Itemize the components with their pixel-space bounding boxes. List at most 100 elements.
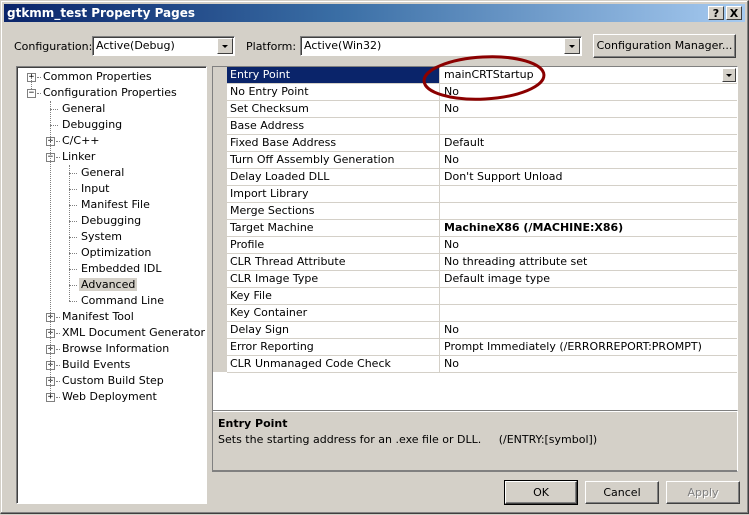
chevron-down-icon[interactable] — [217, 38, 233, 54]
property-value[interactable]: Prompt Immediately (/ERRORREPORT:PROMPT) — [441, 339, 737, 355]
property-value[interactable] — [441, 203, 737, 219]
property-name: Profile — [227, 237, 440, 253]
tree-item-label: Browse Information — [62, 342, 170, 355]
tree-connector — [31, 77, 32, 89]
property-name: Fixed Base Address — [227, 135, 440, 151]
property-value[interactable]: No threading attribute set — [441, 254, 737, 270]
ok-button[interactable]: OK — [504, 480, 578, 505]
property-name: Import Library — [227, 186, 440, 202]
property-row[interactable]: Base Address — [227, 118, 737, 135]
property-row[interactable]: Merge Sections — [227, 203, 737, 220]
property-value[interactable]: mainCRTStartup — [441, 67, 737, 83]
property-row[interactable]: Profile No — [227, 237, 737, 254]
tree-item-common-properties[interactable]: Common Properties — [41, 69, 154, 85]
tree-connector — [69, 253, 77, 254]
tree-item-label: Debugging — [81, 214, 142, 227]
tree-connector — [50, 125, 58, 126]
help-button[interactable]: ? — [708, 6, 724, 20]
tree-item-label: C/C++ — [62, 134, 100, 147]
property-row[interactable]: Fixed Base Address Default — [227, 135, 737, 152]
property-row[interactable]: Import Library — [227, 186, 737, 203]
property-value[interactable] — [441, 186, 737, 202]
tree-item-linker-input[interactable]: Input — [79, 181, 111, 197]
tree-connector — [69, 165, 70, 301]
property-row[interactable]: CLR Thread Attribute No threading attribu… — [227, 254, 737, 271]
tree-item-linker[interactable]: Linker — [60, 149, 97, 165]
property-name: Delay Loaded DLL — [227, 169, 440, 185]
property-value[interactable]: Don't Support Unload — [441, 169, 737, 185]
property-name: Target Machine — [227, 220, 440, 236]
tree-item-linker-advanced[interactable]: Advanced — [79, 277, 138, 293]
property-name: Error Reporting — [227, 339, 440, 355]
tree-item-general[interactable]: General — [60, 101, 107, 117]
tree-item-xml-document-generator[interactable]: XML Document Generator — [60, 325, 207, 341]
chevron-down-icon[interactable] — [564, 38, 580, 54]
configuration-manager-button[interactable]: Configuration Manager... — [593, 34, 736, 58]
tree-item-linker-command-line[interactable]: Command Line — [79, 293, 166, 309]
tree-item-label: Common Properties — [43, 70, 152, 83]
description-text: Sets the starting address for an .exe fi… — [218, 433, 598, 446]
platform-select[interactable]: Active(Win32) — [300, 36, 582, 56]
property-value[interactable]: No — [441, 356, 737, 372]
chevron-down-icon[interactable] — [722, 68, 736, 82]
tree-item-label: Manifest File — [81, 198, 150, 211]
tree-connector — [69, 173, 77, 174]
tree-item-configuration-properties[interactable]: Configuration Properties — [41, 85, 179, 101]
property-value[interactable] — [441, 305, 737, 321]
tree-item-linker-manifest-file[interactable]: Manifest File — [79, 197, 152, 213]
configuration-select[interactable]: Active(Debug) — [92, 36, 235, 56]
tree-item-web-deployment[interactable]: Web Deployment — [60, 389, 159, 405]
tree-item-build-events[interactable]: Build Events — [60, 357, 132, 373]
grid-gutter — [213, 67, 227, 372]
tree-connector — [69, 237, 77, 238]
expand-icon[interactable]: + — [46, 393, 55, 402]
property-value[interactable] — [441, 118, 737, 134]
property-value[interactable]: Default — [441, 135, 737, 151]
property-row[interactable]: CLR Image Type Default image type — [227, 271, 737, 288]
property-pages-dialog: gtkmm_test Property Pages ? X Configurat… — [0, 0, 749, 514]
tree-connector — [69, 189, 77, 190]
close-button[interactable]: X — [726, 6, 742, 20]
property-row[interactable]: Error Reporting Prompt Immediately (/ERRO… — [227, 339, 737, 356]
tree-item-browse-information[interactable]: Browse Information — [60, 341, 171, 357]
tree-item-label: General — [81, 166, 125, 179]
tree-item-label: General — [62, 102, 106, 115]
tree-item-custom-build-step[interactable]: Custom Build Step — [60, 373, 166, 389]
property-value[interactable] — [441, 288, 737, 304]
tree-item-debugging[interactable]: Debugging — [60, 117, 124, 133]
apply-button[interactable]: Apply — [666, 481, 740, 504]
property-value[interactable]: No — [441, 84, 737, 100]
property-value[interactable]: No — [441, 101, 737, 117]
tree-item-label: Web Deployment — [62, 390, 157, 403]
tree-item-label: XML Document Generator — [62, 326, 205, 339]
tree-item-label: Input — [81, 182, 110, 195]
property-row[interactable]: Delay Loaded DLL Don't Support Unload — [227, 169, 737, 186]
tree-item-linker-debugging[interactable]: Debugging — [79, 213, 143, 229]
tree-item-manifest-tool[interactable]: Manifest Tool — [60, 309, 136, 325]
collapse-icon[interactable]: − — [27, 89, 36, 98]
property-value[interactable]: Default image type — [441, 271, 737, 287]
property-row[interactable]: Target Machine MachineX86 (/MACHINE:X86) — [227, 220, 737, 237]
property-row[interactable]: Turn Off Assembly Generation No — [227, 152, 737, 169]
property-row[interactable]: Entry Point mainCRTStartup — [227, 67, 737, 84]
property-row[interactable]: Delay Sign No — [227, 322, 737, 339]
tree-item-linker-embedded-idl[interactable]: Embedded IDL — [79, 261, 163, 277]
property-row[interactable]: CLR Unmanaged Code Check No — [227, 356, 737, 373]
property-value[interactable]: No — [441, 322, 737, 338]
tree-item-label: Linker — [62, 150, 96, 163]
property-value[interactable]: MachineX86 (/MACHINE:X86) — [441, 220, 737, 236]
tree-item-cpp[interactable]: C/C++ — [60, 133, 102, 149]
tree-item-label: Build Events — [62, 358, 131, 371]
tree-item-linker-general[interactable]: General — [79, 165, 126, 181]
property-value[interactable]: No — [441, 152, 737, 168]
tree-item-label: System — [81, 230, 123, 243]
property-row[interactable]: No Entry Point No — [227, 84, 737, 101]
property-row[interactable]: Key File — [227, 288, 737, 305]
tree-item-linker-system[interactable]: System — [79, 229, 124, 245]
property-value[interactable]: No — [441, 237, 737, 253]
property-row[interactable]: Key Container — [227, 305, 737, 322]
tree-item-linker-optimization[interactable]: Optimization — [79, 245, 153, 261]
cancel-button[interactable]: Cancel — [585, 481, 659, 504]
property-row[interactable]: Set Checksum No — [227, 101, 737, 118]
property-name: Merge Sections — [227, 203, 440, 219]
